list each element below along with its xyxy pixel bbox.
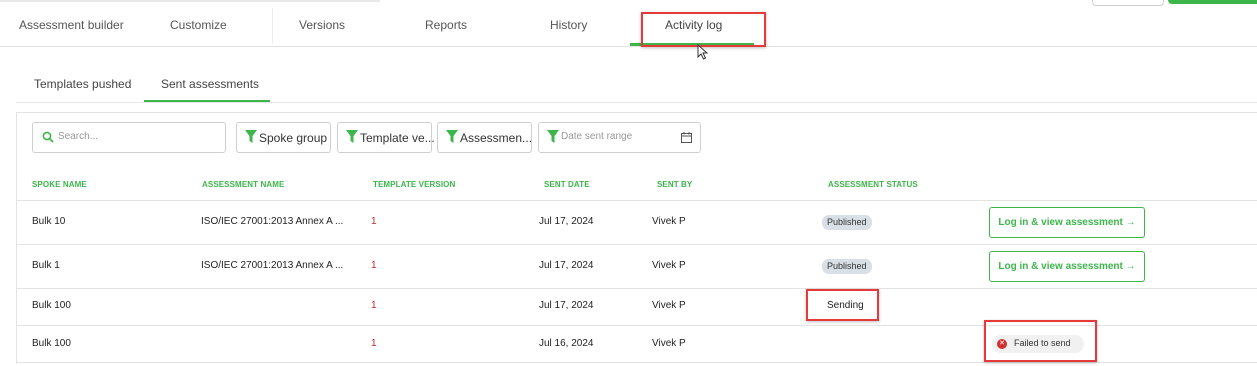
tab-versions[interactable]: Versions <box>299 18 345 32</box>
tab-assessment-builder[interactable]: Assessment builder <box>19 18 124 32</box>
spoke-group-filter[interactable]: Spoke group <box>236 122 331 153</box>
header-template-version[interactable]: TEMPLATE VERSION <box>373 180 455 189</box>
mouse-cursor-icon <box>697 44 709 60</box>
template-version-filter[interactable]: Template ve... <box>337 122 435 153</box>
spoke-name-cell: Bulk 100 <box>32 338 71 349</box>
tab-reports[interactable]: Reports <box>425 18 467 32</box>
search-placeholder: Search... <box>58 131 99 142</box>
header-assessment-name[interactable]: ASSESSMENT NAME <box>202 180 284 189</box>
log-in-view-assessment-button[interactable]: Log in & view assessment → <box>989 251 1145 282</box>
annotation-highlight-failed <box>984 320 1097 362</box>
date-sent-range-filter[interactable]: Date sent range <box>538 122 701 153</box>
template-version-filter-label: Template ve... <box>360 131 435 145</box>
tab-history[interactable]: History <box>550 18 587 32</box>
annotation-highlight-sending <box>806 289 879 321</box>
header-spoke-name[interactable]: SPOKE NAME <box>32 180 87 189</box>
spoke-name-cell: Bulk 1 <box>32 260 60 271</box>
header-assessment-status[interactable]: ASSESSMENT STATUS <box>828 180 918 189</box>
spoke-group-filter-label: Spoke group <box>259 131 328 145</box>
date-sent-range-placeholder: Date sent range <box>561 131 633 142</box>
tab-templates-pushed[interactable]: Templates pushed <box>34 77 131 91</box>
sent-by-cell: Vivek P <box>652 216 686 227</box>
template-version-cell: 1 <box>371 300 377 311</box>
assessment-name-cell: ISO/IEC 27001:2013 Annex A ... <box>201 216 344 227</box>
sent-date-cell: Jul 16, 2024 <box>539 338 594 349</box>
tab-sent-assessments[interactable]: Sent assessments <box>161 77 259 91</box>
assessment-name-cell: ISO/IEC 27001:2013 Annex A ... <box>201 260 344 271</box>
template-version-cell: 1 <box>371 338 377 349</box>
spoke-name-cell: Bulk 100 <box>32 300 71 311</box>
sent-date-cell: Jul 17, 2024 <box>539 216 594 227</box>
sent-by-cell: Vivek P <box>652 260 686 271</box>
assessment-filter[interactable]: Assessmen... <box>437 122 532 153</box>
template-version-cell: 1 <box>371 216 377 227</box>
sent-by-cell: Vivek P <box>652 300 686 311</box>
header-sent-date[interactable]: SENT DATE <box>544 180 590 189</box>
tab-divider <box>272 8 273 44</box>
spoke-name-cell: Bulk 10 <box>32 216 66 227</box>
row-divider <box>16 244 1257 245</box>
status-badge: Published <box>822 215 872 230</box>
tab-customize[interactable]: Customize <box>170 18 227 32</box>
log-in-view-assessment-button[interactable]: Log in & view assessment → <box>989 207 1145 238</box>
sent-date-cell: Jul 17, 2024 <box>539 300 594 311</box>
search-icon <box>42 131 54 143</box>
row-divider <box>16 288 1257 289</box>
subtab-divider <box>16 102 1257 103</box>
header-sent-by[interactable]: SENT BY <box>657 180 692 189</box>
filter-icon <box>346 130 358 143</box>
annotation-highlight-activity-log <box>641 12 766 47</box>
filter-icon <box>446 130 458 143</box>
filter-icon <box>547 130 559 143</box>
main-tab-bar: Assessment builder Customize Versions Re… <box>0 0 1257 47</box>
search-input[interactable]: Search... <box>32 122 226 153</box>
sent-date-cell: Jul 17, 2024 <box>539 260 594 271</box>
row-divider <box>16 362 1257 363</box>
template-version-cell: 1 <box>371 260 377 271</box>
filter-icon <box>245 130 257 143</box>
sent-by-cell: Vivek P <box>652 338 686 349</box>
assessment-filter-label: Assessmen... <box>460 131 533 145</box>
calendar-icon[interactable] <box>681 132 692 143</box>
status-badge: Published <box>822 259 872 274</box>
row-divider <box>16 200 1257 201</box>
